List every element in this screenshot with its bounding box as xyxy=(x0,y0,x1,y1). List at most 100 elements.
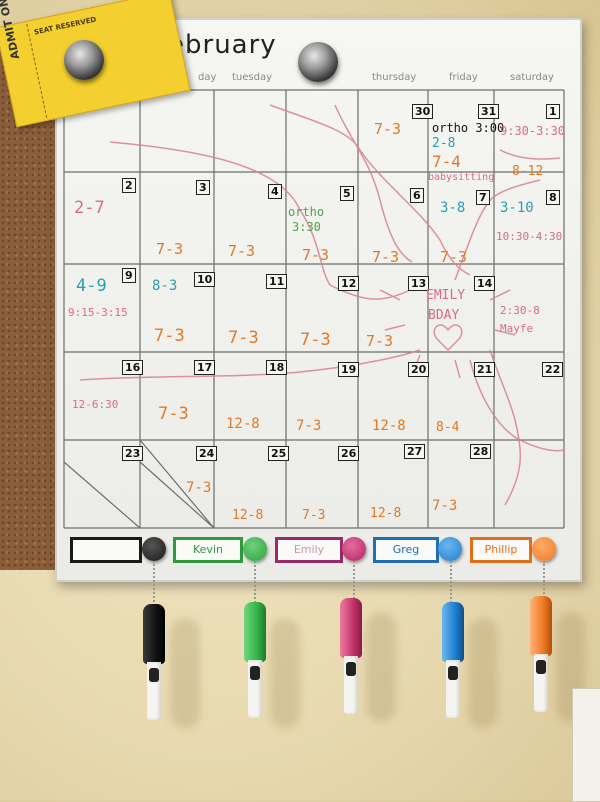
date-label: 11 xyxy=(266,274,288,289)
orange-marker[interactable] xyxy=(530,596,552,716)
marker-logo xyxy=(149,668,159,682)
date-label: 24 xyxy=(196,446,218,461)
name-label: Emily xyxy=(275,537,343,563)
marker-shadow xyxy=(468,618,498,728)
date-label: 28 xyxy=(470,444,492,459)
schedule-note: 7-4 xyxy=(432,152,461,171)
black-marker[interactable] xyxy=(143,604,165,724)
day-heading: friday xyxy=(449,72,478,83)
magnet[interactable] xyxy=(64,40,104,80)
schedule-note: 12-8 xyxy=(232,508,264,523)
date-label: 18 xyxy=(266,360,288,375)
schedule-note: 7-3 xyxy=(440,248,468,266)
schedule-note: 2:30-8 xyxy=(500,304,540,317)
date-label: 23 xyxy=(122,446,144,461)
name-label: Phillip xyxy=(470,537,532,563)
schedule-note: 10:30-4:30 xyxy=(496,230,563,243)
date-label: 6 xyxy=(410,188,424,203)
schedule-note: 7-3 xyxy=(296,418,322,434)
date-label: 27 xyxy=(404,444,426,459)
marker-chain xyxy=(353,561,359,603)
date-label: 25 xyxy=(268,446,290,461)
marker-chain xyxy=(450,561,456,607)
day-heading: day xyxy=(198,72,217,83)
name-label: Kevin xyxy=(173,537,243,563)
date-label: 20 xyxy=(408,362,430,377)
schedule-note: 7-3 xyxy=(366,332,394,350)
marker-chain xyxy=(153,561,159,609)
marker-knob[interactable] xyxy=(438,537,462,561)
ticket-seat-text: SEAT RESERVED xyxy=(33,15,97,37)
date-label: 14 xyxy=(474,276,496,291)
date-label: 10 xyxy=(194,272,216,287)
marker-knob[interactable] xyxy=(342,537,366,561)
marker-shadow xyxy=(270,618,300,728)
schedule-note: 3-8 xyxy=(440,200,466,216)
date-label: 2 xyxy=(122,178,136,193)
date-label: 9 xyxy=(122,268,136,283)
schedule-note: 12-8 xyxy=(370,506,402,521)
schedule-note: ortho 3:00 xyxy=(432,121,505,135)
schedule-note: 12-8 xyxy=(226,416,260,432)
date-label: 5 xyxy=(340,186,354,201)
marker-chain xyxy=(543,561,549,601)
date-label: 21 xyxy=(474,362,496,377)
ticket-perforation xyxy=(26,23,49,119)
date-label: 4 xyxy=(268,184,282,199)
marker-cap xyxy=(143,604,165,664)
marker-knob[interactable] xyxy=(532,537,556,561)
schedule-note: Mayfe xyxy=(500,322,534,335)
marker-chain xyxy=(254,561,260,607)
schedule-note: 7-3 xyxy=(432,498,458,514)
schedule-note: 3:30 xyxy=(292,220,321,234)
schedule-note: 7-3 xyxy=(302,246,330,264)
schedule-note: 3-10 xyxy=(500,200,534,216)
schedule-note: 9:30-3:30 xyxy=(500,124,566,138)
green-marker[interactable] xyxy=(244,602,266,722)
schedule-note: 8-4 xyxy=(436,420,460,435)
schedule-note: 2-8 xyxy=(432,136,456,151)
day-heading: tuesday xyxy=(232,72,273,83)
name-label: Greg xyxy=(373,537,439,563)
marker-knob[interactable] xyxy=(142,537,166,561)
marker-shadow xyxy=(366,612,396,722)
date-label: 22 xyxy=(542,362,564,377)
magnet[interactable] xyxy=(298,42,338,82)
schedule-note: 9:15-3:15 xyxy=(68,306,128,319)
schedule-note: 7-3 xyxy=(300,330,331,350)
date-label: 19 xyxy=(338,362,360,377)
blue-marker[interactable] xyxy=(442,602,464,722)
date-label: 16 xyxy=(122,360,144,375)
date-label: 30 xyxy=(412,104,434,119)
date-label: 8 xyxy=(546,190,560,205)
schedule-note: 7-3 xyxy=(372,248,400,266)
marker-logo xyxy=(346,662,356,676)
pink-marker[interactable] xyxy=(340,598,362,718)
marker-logo xyxy=(536,660,546,674)
schedule-note: 12-8 xyxy=(372,418,406,434)
date-label: 1 xyxy=(546,104,560,119)
birthday-note: BDAY xyxy=(428,308,460,323)
schedule-note: 7-3 xyxy=(156,240,184,258)
schedule-note: 7-3 xyxy=(228,328,259,348)
schedule-note: 7-3 xyxy=(228,242,256,260)
schedule-note: 8-3 xyxy=(152,278,178,294)
date-label: 17 xyxy=(194,360,216,375)
schedule-note: 4-9 xyxy=(76,276,107,296)
marker-shadow xyxy=(170,618,200,728)
date-label: 3 xyxy=(196,180,210,195)
schedule-note: babysitting xyxy=(428,172,495,183)
marker-knob[interactable] xyxy=(243,537,267,561)
birthday-note: EMILY xyxy=(426,288,466,303)
name-label xyxy=(70,537,142,563)
schedule-note: 12-6:30 xyxy=(72,398,119,411)
marker-cap xyxy=(442,602,464,662)
date-label: 31 xyxy=(478,104,500,119)
schedule-note: 7-3 xyxy=(186,480,212,496)
day-heading: saturday xyxy=(510,72,554,83)
date-label: 12 xyxy=(338,276,360,291)
whiteboard-calendar[interactable] xyxy=(55,18,582,582)
marker-logo xyxy=(448,666,458,680)
marker-logo xyxy=(250,666,260,680)
schedule-note: 2-7 xyxy=(74,198,105,218)
